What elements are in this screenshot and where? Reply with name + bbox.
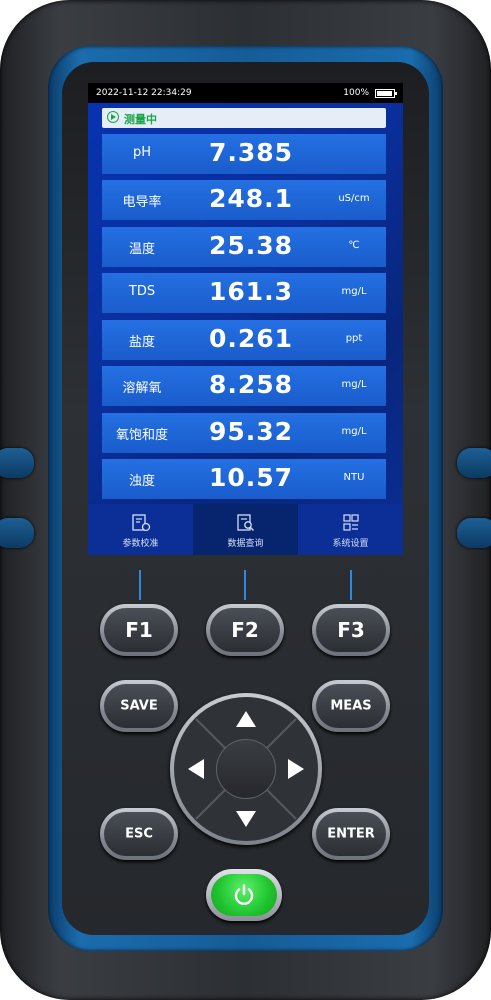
reading-name: 溶解氧 xyxy=(122,381,162,396)
measurement-mode-bar: 测量中 xyxy=(102,108,386,128)
reading-unit: ppt xyxy=(345,333,363,344)
enter-button[interactable]: ENTER xyxy=(312,808,390,860)
grid-settings-icon xyxy=(342,514,359,531)
status-bar: 2022-11-12 22:34:29 100% xyxy=(88,83,403,103)
nav-tab-data-query[interactable]: 数据查询 xyxy=(193,504,298,555)
meas-button-label: MEAS xyxy=(330,698,372,714)
save-button-label: SAVE xyxy=(120,698,158,714)
reading-value: 95.32 xyxy=(208,417,294,446)
play-circle-icon xyxy=(107,111,119,123)
reading-unit: mg/L xyxy=(341,286,367,297)
right-grip-upper xyxy=(457,448,491,478)
esc-button-label: ESC xyxy=(125,826,153,842)
reading-name: pH xyxy=(132,145,152,160)
reading-row-tds[interactable]: TDS 161.3 mg/L xyxy=(102,273,386,313)
f3-button[interactable]: F3 xyxy=(312,604,390,656)
nav-tab-label: 参数校准 xyxy=(122,539,159,549)
power-icon xyxy=(234,884,254,905)
enter-button-label: ENTER xyxy=(327,826,375,842)
reading-unit: uS/cm xyxy=(338,193,370,204)
lcd-screen: 2022-11-12 22:34:29 100% 测量中 pH 7.385 电导… xyxy=(88,83,403,555)
reading-value: 7.385 xyxy=(208,138,294,167)
mode-label: 测量中 xyxy=(124,113,157,126)
dpad-center-button[interactable] xyxy=(216,739,276,799)
reading-value: 0.261 xyxy=(208,324,294,353)
left-grip-upper xyxy=(0,448,34,478)
bottom-nav: 参数校准 数据查询 系统设置 xyxy=(88,504,403,555)
left-grip-lower xyxy=(0,518,34,548)
right-grip-lower xyxy=(457,518,491,548)
reading-value: 25.38 xyxy=(208,231,294,260)
reading-row-ph[interactable]: pH 7.385 xyxy=(102,134,386,174)
reading-row-dissolved-oxygen[interactable]: 溶解氧 8.258 mg/L xyxy=(102,366,386,406)
reading-row-turbidity[interactable]: 浊度 10.57 NTU xyxy=(102,459,386,499)
reading-value: 248.1 xyxy=(208,184,294,213)
reading-value: 10.57 xyxy=(208,463,294,492)
left-arrow-icon[interactable] xyxy=(188,759,204,779)
f1-guide-line xyxy=(139,570,141,600)
reading-unit: mg/L xyxy=(341,379,367,390)
nav-tab-label: 数据查询 xyxy=(227,539,264,549)
esc-button[interactable]: ESC xyxy=(100,808,178,860)
reading-unit: ℃ xyxy=(348,240,360,251)
meas-button[interactable]: MEAS xyxy=(312,680,390,732)
nav-tab-calibration[interactable]: 参数校准 xyxy=(88,504,193,555)
reading-row-salinity[interactable]: 盐度 0.261 ppt xyxy=(102,320,386,360)
nav-tab-label: 系统设置 xyxy=(332,539,369,549)
power-button[interactable] xyxy=(206,869,282,921)
calibration-icon xyxy=(131,514,150,532)
f3-guide-line xyxy=(350,570,352,600)
save-button[interactable]: SAVE xyxy=(100,680,178,732)
f2-button-label: F2 xyxy=(231,618,259,642)
reading-row-conductivity[interactable]: 电导率 248.1 uS/cm xyxy=(102,180,386,220)
f2-button[interactable]: F2 xyxy=(206,604,284,656)
direction-pad xyxy=(170,693,322,845)
f3-button-label: F3 xyxy=(337,618,365,642)
f1-button-label: F1 xyxy=(125,618,153,642)
reading-name: TDS xyxy=(128,284,156,299)
status-datetime: 2022-11-12 22:34:29 xyxy=(96,88,192,98)
reading-name: 浊度 xyxy=(128,474,155,489)
f2-guide-line xyxy=(244,570,246,600)
f1-button[interactable]: F1 xyxy=(100,604,178,656)
reading-name: 温度 xyxy=(128,242,155,257)
reading-unit: NTU xyxy=(343,472,365,483)
nav-tab-system-settings[interactable]: 系统设置 xyxy=(298,504,403,555)
up-arrow-icon[interactable] xyxy=(236,711,256,727)
data-query-icon xyxy=(236,514,254,531)
reading-name: 氧饱和度 xyxy=(115,428,168,443)
down-arrow-icon[interactable] xyxy=(236,811,256,827)
right-arrow-icon[interactable] xyxy=(288,759,304,779)
battery-icon xyxy=(375,89,397,98)
reading-value: 161.3 xyxy=(208,277,294,306)
reading-value: 8.258 xyxy=(208,370,294,399)
reading-unit: mg/L xyxy=(341,426,367,437)
reading-name: 盐度 xyxy=(128,335,155,350)
reading-row-temperature[interactable]: 温度 25.38 ℃ xyxy=(102,227,386,267)
reading-row-oxygen-saturation[interactable]: 氧饱和度 95.32 mg/L xyxy=(102,413,386,453)
reading-name: 电导率 xyxy=(122,195,162,210)
battery-percent: 100% xyxy=(343,88,369,98)
